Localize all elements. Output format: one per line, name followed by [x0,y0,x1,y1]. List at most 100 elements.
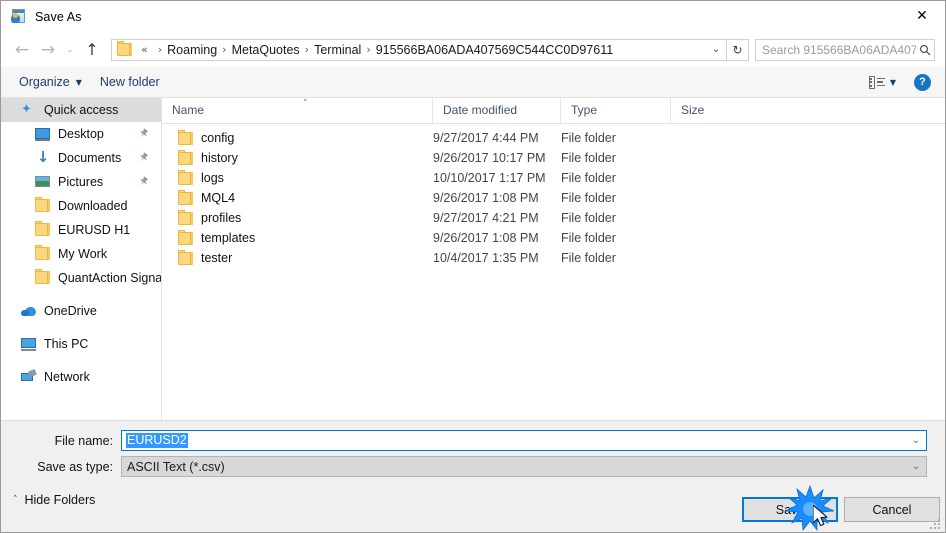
table-row[interactable]: logs 10/10/2017 1:17 PM File folder [162,168,945,188]
chevron-up-icon: ˄ [13,495,18,505]
sidebar-item-eurusd-h1[interactable]: EURUSD H1 [1,218,161,242]
folder-icon [178,129,193,145]
pictures-icon [35,174,51,190]
cell-date: 10/4/2017 1:35 PM [433,251,539,265]
sidebar-item-my-work[interactable]: My Work [1,242,161,266]
cell-type: File folder [561,231,616,245]
search-input[interactable]: Search 915566BA06ADA40756... [755,38,935,61]
back-button[interactable]: ← [9,37,35,63]
sidebar: ✦ Quick access Desktop ↓ Documents Pictures Do… [1,98,162,420]
pin-icon[interactable] [136,174,151,189]
cell-date: 9/27/2017 4:44 PM [433,131,539,145]
chevron-down-icon[interactable]: ▼ [890,78,896,87]
window-title: Save As [35,9,82,24]
refresh-icon[interactable]: ↻ [727,38,749,61]
sidebar-item-onedrive[interactable]: OneDrive [1,299,161,323]
breadcrumb-separator: › [304,43,310,56]
table-row[interactable]: history 9/26/2017 10:17 PM File folder [162,148,945,168]
search-icon [916,44,934,56]
cell-type: File folder [561,211,616,225]
sidebar-item-label: OneDrive [44,304,97,318]
folder-icon [178,209,193,225]
folder-icon [35,269,50,284]
address-bar[interactable]: « › Roaming › MetaQuotes › Terminal › 91… [111,38,727,61]
sidebar-item-downloaded[interactable]: Downloaded [1,194,161,218]
sidebar-item-label: Network [44,370,90,384]
sidebar-item-quick-access[interactable]: ✦ Quick access [1,98,161,122]
column-header-date-modified[interactable]: Date modified [432,98,560,123]
save-as-dialog: Save As ✕ ← → ⌄ ↑ « › Roaming › MetaQuot… [0,0,946,533]
file-name-row: File name: EURUSD2 ⌄ [1,430,945,451]
forward-button[interactable]: → [35,37,61,63]
new-folder-button[interactable]: New folder [100,75,160,89]
recent-locations-button[interactable]: ⌄ [61,37,79,63]
resize-grip[interactable] [930,519,941,530]
chevron-down-icon[interactable]: ⌄ [912,435,920,446]
table-row[interactable]: config 9/27/2017 4:44 PM File folder [162,128,945,148]
close-icon[interactable]: ✕ [899,1,945,31]
table-row[interactable]: templates 9/26/2017 1:08 PM File folder [162,228,945,248]
column-header-name[interactable]: Name ˄ [162,98,432,123]
sidebar-item-this-pc[interactable]: This PC [1,332,161,356]
chevron-down-icon[interactable]: ⌄ [706,40,726,60]
sidebar-item-quantaction-signal[interactable]: QuantAction Signal [1,266,161,290]
table-row[interactable]: profiles 9/27/2017 4:21 PM File folder [162,208,945,228]
star-icon: ✦ [21,102,32,117]
file-name-input[interactable]: EURUSD2 ⌄ [121,430,927,451]
cell-type: File folder [561,171,616,185]
hide-folders-button[interactable]: ˄ Hide Folders [13,493,95,507]
table-row[interactable]: tester 10/4/2017 1:35 PM File folder [162,248,945,268]
file-rows: config 9/27/2017 4:44 PM File folder histor… [162,124,945,268]
column-header-size[interactable]: Size [670,98,750,123]
sidebar-item-desktop[interactable]: Desktop [1,122,161,146]
sidebar-item-pictures[interactable]: Pictures [1,170,161,194]
column-header-type[interactable]: Type [560,98,670,123]
save-as-type-select[interactable]: ASCII Text (*.csv) ⌄ [121,456,927,477]
folder-icon [35,269,51,286]
view-mode-icon[interactable] [868,75,885,89]
file-name-label: File name: [54,433,113,448]
cell-name: config [201,131,235,145]
breadcrumb-item-current[interactable]: 915566BA06ADA407569C544CC0D97611 [376,43,613,57]
help-icon[interactable]: ? [914,73,931,91]
folder-icon [35,245,51,262]
pin-icon[interactable] [136,126,151,141]
sidebar-item-label: Desktop [58,127,104,141]
cell-name: MQL4 [201,191,236,205]
cell-name: profiles [201,211,242,225]
breadcrumb-separator: › [222,43,227,56]
folder-icon [178,189,193,205]
breadcrumb-item-metaquotes[interactable]: MetaQuotes [232,43,300,57]
pin-icon[interactable] [136,150,151,165]
sidebar-item-documents[interactable]: ↓ Documents [1,146,161,170]
organize-button[interactable]: Organize ▼ [19,75,82,89]
breadcrumb-item-terminal[interactable]: Terminal [314,43,361,57]
folder-icon [35,221,50,236]
dialog-footer: File name: EURUSD2 ⌄ Save as type: ASCII… [1,420,945,532]
toolbar-right-group: ▼ ? [868,73,945,91]
column-header-row: Name ˄ Date modified Type Size [162,98,945,124]
breadcrumb-root[interactable]: « [141,43,148,56]
breadcrumb-item-roaming[interactable]: Roaming [167,43,217,57]
folder-icon [178,169,193,185]
sidebar-item-network[interactable]: Network [1,365,161,389]
save-button[interactable]: Save [742,497,838,522]
cell-name: templates [201,231,256,245]
cancel-button[interactable]: Cancel [844,497,940,522]
table-row[interactable]: MQL4 9/26/2017 1:08 PM File folder [162,188,945,208]
sidebar-item-label: Downloaded [58,199,128,213]
desktop-icon [35,126,51,142]
cell-date: 9/26/2017 10:17 PM [433,151,546,165]
up-button[interactable]: ↑ [79,37,105,63]
chevron-down-icon[interactable]: ⌄ [912,461,920,472]
documents-icon: ↓ [36,148,50,166]
toolbar: Organize ▼ New folder ▼ ? [1,67,945,98]
cell-name: logs [201,171,224,185]
cell-type: File folder [561,251,616,265]
column-header-name-label: Name [172,103,205,117]
breadcrumb-separator: › [366,43,371,56]
file-name-value: EURUSD2 [126,433,188,448]
folder-icon [178,249,193,265]
sidebar-item-label: Quick access [44,103,119,117]
